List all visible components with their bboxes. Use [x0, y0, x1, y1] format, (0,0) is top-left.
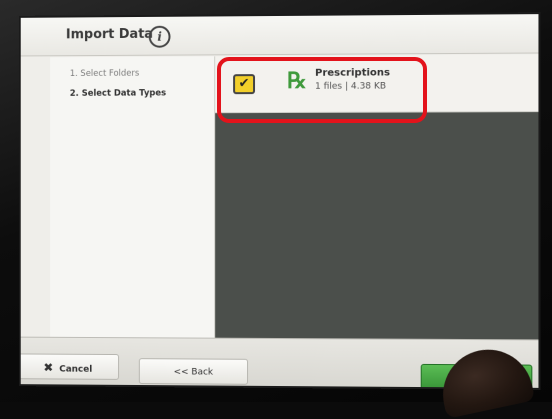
title-bar: Import Data i	[20, 14, 539, 57]
step-select-data-types[interactable]: 2. Select Data Types	[70, 88, 166, 98]
info-icon[interactable]: i	[148, 25, 171, 48]
close-icon: ✖	[43, 360, 54, 375]
cancel-label: Cancel	[59, 364, 93, 375]
page-title: Import Data	[65, 26, 154, 43]
highlight-annotation	[217, 57, 427, 123]
cancel-button[interactable]: ✖ Cancel	[20, 353, 120, 380]
back-button[interactable]: << Back	[138, 358, 249, 385]
steps-sidebar: 1. Select Folders 2. Select Data Types	[50, 56, 216, 346]
step-select-folders[interactable]: 1. Select Folders	[70, 69, 139, 79]
